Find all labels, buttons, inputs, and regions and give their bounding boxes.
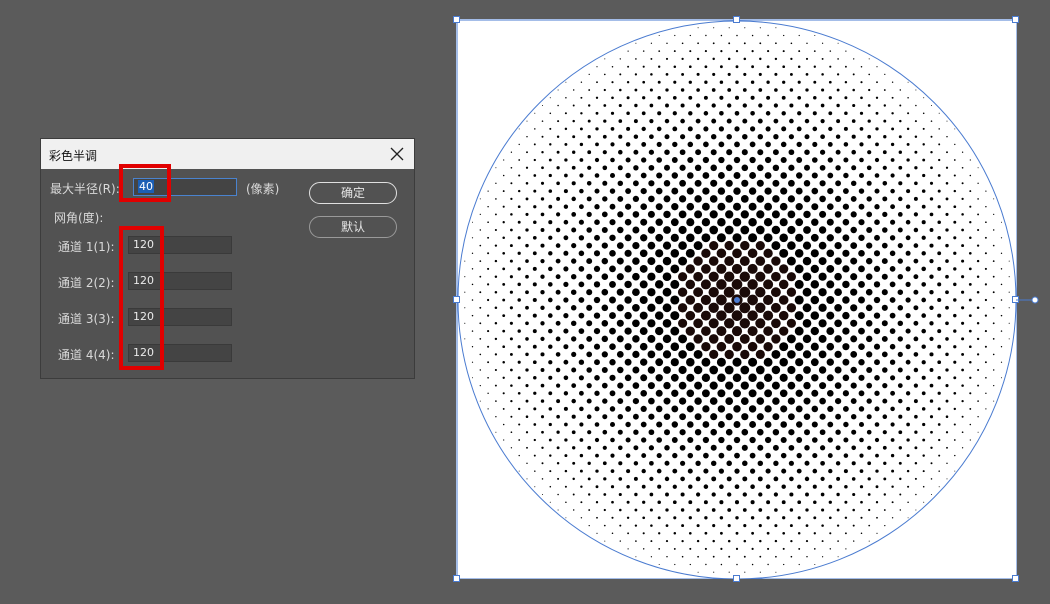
max-radius-label: 最大半径(R): <box>50 182 120 196</box>
channels-highlight-box <box>119 226 164 370</box>
channel-1-label: 通道 1(1): <box>58 240 115 254</box>
handle-top-left[interactable] <box>453 16 460 23</box>
channel-3-label: 通道 3(3): <box>58 312 115 326</box>
dialog-titlebar: 彩色半调 <box>41 139 414 169</box>
ok-button[interactable]: 确定 <box>309 182 397 204</box>
rotate-handle-icon[interactable] <box>1016 295 1040 305</box>
close-icon[interactable] <box>386 143 408 165</box>
color-halftone-dialog: 彩色半调 最大半径(R): 40 (像素) 网角(度): 通道 1(1): 12… <box>40 138 415 379</box>
center-point-icon[interactable] <box>734 297 740 303</box>
radius-highlight-box <box>119 164 171 202</box>
channel-4-label: 通道 4(4): <box>58 348 115 362</box>
handle-top-right[interactable] <box>1012 16 1019 23</box>
handle-bottom-left[interactable] <box>453 575 460 582</box>
channel-2-label: 通道 2(2): <box>58 276 115 290</box>
handle-bottom-right[interactable] <box>1012 575 1019 582</box>
unit-label: (像素) <box>246 182 280 196</box>
screen-angle-label: 网角(度): <box>54 211 104 225</box>
handle-bottom-middle[interactable] <box>733 575 740 582</box>
default-button[interactable]: 默认 <box>309 216 397 238</box>
handle-top-middle[interactable] <box>733 16 740 23</box>
dialog-title: 彩色半调 <box>49 149 98 163</box>
handle-middle-left[interactable] <box>453 296 460 303</box>
halftone-artwork[interactable] <box>456 19 1017 579</box>
